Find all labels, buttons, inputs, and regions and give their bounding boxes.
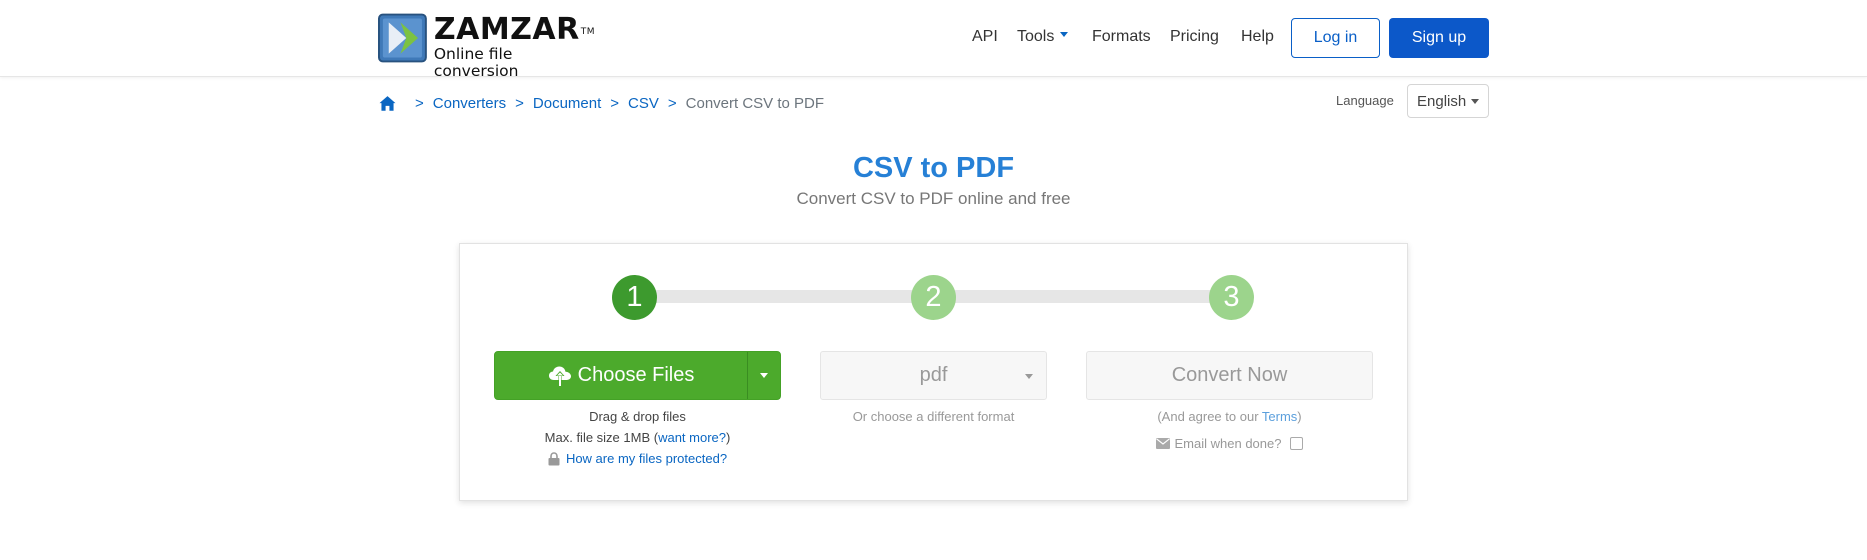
files-protected-link[interactable]: How are my files protected? <box>494 451 781 466</box>
step-1-indicator: 1 <box>612 275 657 320</box>
choose-files-label: Choose Files <box>577 364 695 386</box>
format-selected: pdf <box>919 364 948 386</box>
chevron-down-icon <box>1471 99 1479 104</box>
breadcrumb-converters[interactable]: Converters <box>433 95 506 112</box>
site-header: ZAMZARTM Online file conversion API Tool… <box>0 0 1867 80</box>
step-3-indicator: 3 <box>1209 275 1254 320</box>
brand-tagline: Online file conversion <box>433 45 519 80</box>
envelope-icon <box>1155 438 1170 449</box>
language-select[interactable]: English <box>1407 84 1489 118</box>
convert-now-button[interactable]: Convert Now <box>1086 351 1373 400</box>
choose-source-dropdown[interactable] <box>748 352 780 399</box>
nav-help[interactable]: Help <box>1241 28 1274 46</box>
terms-link[interactable]: Terms <box>1262 409 1297 424</box>
zamzar-logo-icon <box>378 13 427 63</box>
nav-tools[interactable]: Tools <box>1017 28 1069 46</box>
step-2-indicator: 2 <box>911 275 956 320</box>
want-more-link[interactable]: want more? <box>658 430 726 445</box>
nav-pricing[interactable]: Pricing <box>1170 28 1219 46</box>
choose-files-button-group: Choose Files <box>494 351 781 400</box>
breadcrumb-separator: > <box>515 94 524 112</box>
format-select[interactable]: pdf <box>820 351 1047 400</box>
zamzar-logo[interactable]: ZAMZARTM Online file conversion <box>378 12 598 80</box>
breadcrumb-current: Convert CSV to PDF <box>685 94 825 112</box>
page-subtitle: Convert CSV to PDF online and free <box>796 189 1071 208</box>
drag-drop-hint: Drag & drop files <box>589 409 686 424</box>
nav-api[interactable]: API <box>972 28 998 46</box>
language-selected: English <box>1417 92 1467 110</box>
chevron-down-icon <box>1025 374 1033 379</box>
lock-icon <box>548 451 560 465</box>
page-title: CSV to PDF <box>852 152 1015 184</box>
upload-cloud-icon <box>548 366 571 386</box>
brand-name: ZAMZARTM <box>433 12 596 47</box>
max-file-size: Max. file size 1MB (want more?) <box>544 430 731 445</box>
breadcrumb-document[interactable]: Document <box>533 95 601 112</box>
chevron-down-icon <box>1060 32 1069 38</box>
format-hint: Or choose a different format <box>852 409 1015 424</box>
terms-agreement: (And agree to our Terms) <box>1157 409 1302 424</box>
home-icon[interactable] <box>379 95 396 112</box>
progress-track-1-2 <box>656 290 912 303</box>
breadcrumb: > Converters > Document > CSV > Convert … <box>379 92 824 114</box>
signup-button[interactable]: Sign up <box>1389 18 1489 58</box>
email-checkbox[interactable] <box>1290 437 1304 450</box>
language-label: Language <box>1336 93 1394 108</box>
choose-files-button[interactable]: Choose Files <box>495 352 747 399</box>
breadcrumb-separator: > <box>415 94 424 112</box>
login-button[interactable]: Log in <box>1291 18 1380 58</box>
progress-track-2-3 <box>955 290 1211 303</box>
nav-formats[interactable]: Formats <box>1092 28 1151 46</box>
email-label: Email when done? <box>1174 436 1282 451</box>
breadcrumb-separator: > <box>610 94 620 112</box>
email-when-done: Email when done? <box>1086 436 1373 451</box>
chevron-down-icon <box>760 373 768 378</box>
breadcrumb-csv[interactable]: CSV <box>628 95 659 112</box>
breadcrumb-separator: > <box>667 94 677 112</box>
